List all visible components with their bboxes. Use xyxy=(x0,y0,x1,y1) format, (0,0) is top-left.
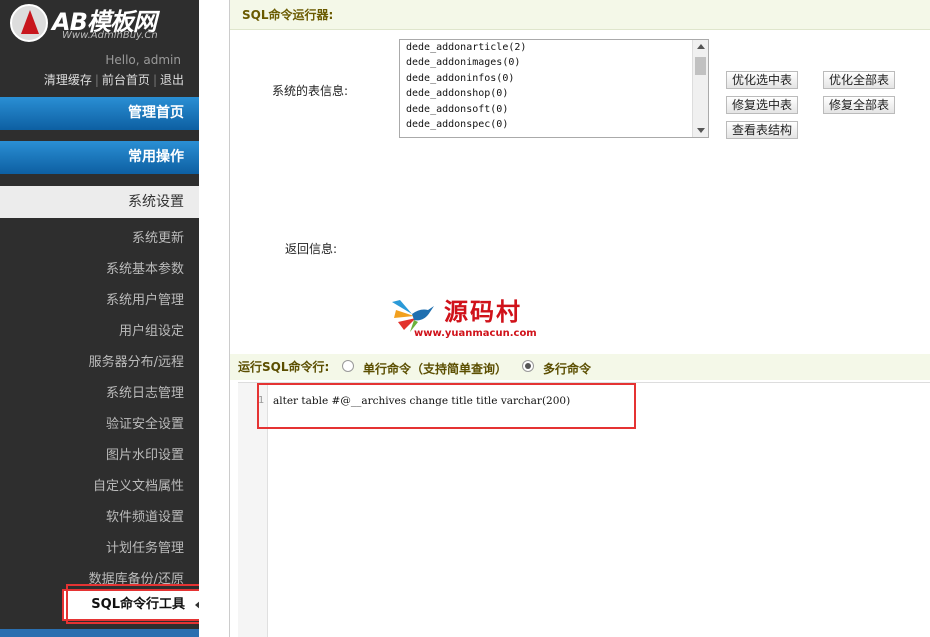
sidebar-item-watermark[interactable]: 图片水印设置 xyxy=(106,444,184,463)
watermark-en: www.yuanmacun.com xyxy=(414,328,537,339)
logo-mark-icon xyxy=(10,4,48,42)
sql-code[interactable]: alter table #@__archives change title ti… xyxy=(273,395,570,407)
panel-title: SQL命令运行器: xyxy=(230,0,930,30)
spacer xyxy=(199,0,229,637)
multi-mode-radio[interactable] xyxy=(522,360,534,372)
list-item[interactable]: dede_addonshop(0) xyxy=(400,86,708,101)
repair-all-button[interactable]: 修复全部表 xyxy=(823,96,896,114)
single-mode-label[interactable]: 单行命令（支持简单查询） xyxy=(363,360,507,377)
sql-run-label: 运行SQL命令行: xyxy=(238,360,330,374)
logo-site: Www.AdminBuy.Cn xyxy=(62,30,158,41)
editor-gutter xyxy=(238,383,268,637)
sidebar-item-basic-params[interactable]: 系统基本参数 xyxy=(106,258,184,277)
table-info-label: 系统的表信息: xyxy=(272,84,349,98)
line-number: 1 xyxy=(258,395,265,406)
sidebar-item-user-groups[interactable]: 用户组设定 xyxy=(119,320,184,339)
logout-link[interactable]: 退出 xyxy=(160,73,184,87)
sidebar-item-system-update[interactable]: 系统更新 xyxy=(132,227,184,246)
main-panel: SQL命令运行器: 系统的表信息: dede_addonarticle(2) d… xyxy=(229,0,930,637)
sidebar-item-db-backup[interactable]: 数据库备份/还原 xyxy=(89,568,184,587)
nav-common-ops[interactable]: 常用操作 xyxy=(0,141,199,174)
sidebar-item-scheduled-tasks[interactable]: 计划任务管理 xyxy=(106,537,184,556)
list-item[interactable]: dede_addonarticle(2) xyxy=(400,40,708,55)
repair-selected-button[interactable]: 修复选中表 xyxy=(726,96,799,114)
sidebar-item-custom-attrs[interactable]: 自定义文档属性 xyxy=(93,475,184,494)
user-links: 清理缓存 | 前台首页 | 退出 xyxy=(43,73,184,87)
return-info-label: 返回信息: xyxy=(285,242,338,256)
list-item[interactable]: dede_addonsoft(0) xyxy=(400,102,708,117)
scroll-thumb[interactable] xyxy=(695,57,706,75)
scroll-down-icon[interactable] xyxy=(697,128,705,133)
table-listbox[interactable]: dede_addonarticle(2) dede_addonimages(0)… xyxy=(399,39,709,138)
app-window: AB模板网 Www.AdminBuy.Cn Hello, admin 清理缓存 |… xyxy=(0,0,930,637)
sidebar-item-security[interactable]: 验证安全设置 xyxy=(106,413,184,432)
sidebar-item-software-channel[interactable]: 软件频道设置 xyxy=(106,506,184,525)
sql-editor[interactable]: 1 alter table #@__archives change title … xyxy=(238,382,930,637)
nav-main-home[interactable]: 管理首页 xyxy=(0,97,199,130)
sidebar-item-user-management[interactable]: 系统用户管理 xyxy=(106,289,184,308)
logo: AB模板网 Www.AdminBuy.Cn xyxy=(10,4,190,48)
scroll-up-icon[interactable] xyxy=(697,44,705,49)
optimize-all-button[interactable]: 优化全部表 xyxy=(823,71,896,89)
watermark-cn: 源码村 xyxy=(444,297,522,326)
sidebar-item-server-remote[interactable]: 服务器分布/远程 xyxy=(89,351,184,370)
view-structure-button[interactable]: 查看表结构 xyxy=(726,121,799,139)
list-item[interactable]: dede_addonimages(0) xyxy=(400,55,708,70)
single-mode-radio[interactable] xyxy=(342,360,354,372)
sidebar-item-system-log[interactable]: 系统日志管理 xyxy=(106,382,184,401)
frontend-home-link[interactable]: 前台首页 xyxy=(102,73,150,87)
multi-mode-label[interactable]: 多行命令 xyxy=(543,360,591,377)
clear-cache-link[interactable]: 清理缓存 xyxy=(44,73,92,87)
list-item[interactable]: dede_addonspec(0) xyxy=(400,117,708,132)
nav-system-settings[interactable]: 系统设置 xyxy=(0,186,199,218)
listbox-scrollbar[interactable] xyxy=(692,40,708,137)
list-item[interactable]: dede_addoninfos(0) xyxy=(400,71,708,86)
sidebar-bottom-strip xyxy=(0,629,199,637)
sidebar-item-sql-tool[interactable]: SQL命令行工具 xyxy=(62,589,209,621)
watermark-logo: 源码村 www.yuanmacun.com xyxy=(390,294,540,342)
user-greeting: Hello, admin xyxy=(105,53,181,67)
optimize-selected-button[interactable]: 优化选中表 xyxy=(726,71,799,89)
sidebar: AB模板网 Www.AdminBuy.Cn Hello, admin 清理缓存 |… xyxy=(0,0,209,637)
